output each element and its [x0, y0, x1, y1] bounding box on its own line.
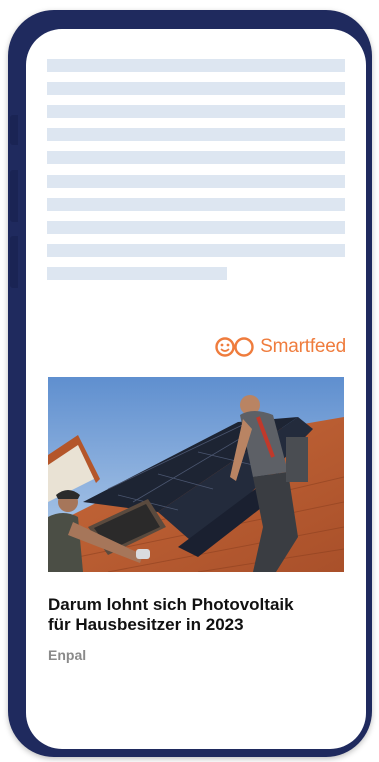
- smartfeed-infinity-icon: [215, 337, 254, 357]
- placeholder-line: [47, 105, 345, 118]
- placeholder-line: [47, 244, 345, 257]
- solar-panel-roof-photo: [48, 377, 344, 572]
- phone-screen: Smartfeed Darum lohnt sich Photovoltaik …: [26, 29, 366, 749]
- article-headline[interactable]: Darum lohnt sich Photovoltaik für Hausbe…: [48, 595, 348, 635]
- smartfeed-brand[interactable]: Smartfeed: [214, 336, 346, 358]
- headline-line-1: Darum lohnt sich Photovoltaik: [48, 595, 294, 614]
- volume-down-button: [10, 236, 18, 288]
- placeholder-line: [47, 128, 345, 141]
- volume-up-button: [10, 170, 18, 222]
- mute-switch: [10, 115, 18, 145]
- placeholder-line: [47, 221, 345, 234]
- brand-name: Smartfeed: [260, 336, 346, 357]
- placeholder-line: [47, 59, 345, 72]
- placeholder-line: [47, 267, 227, 280]
- placeholder-line: [47, 82, 345, 95]
- article-source: Enpal: [48, 647, 87, 663]
- headline-line-2: für Hausbesitzer in 2023: [48, 615, 244, 634]
- placeholder-line: [47, 175, 345, 188]
- placeholder-line: [47, 198, 345, 211]
- placeholder-line: [47, 151, 345, 164]
- hero-image[interactable]: [48, 377, 344, 572]
